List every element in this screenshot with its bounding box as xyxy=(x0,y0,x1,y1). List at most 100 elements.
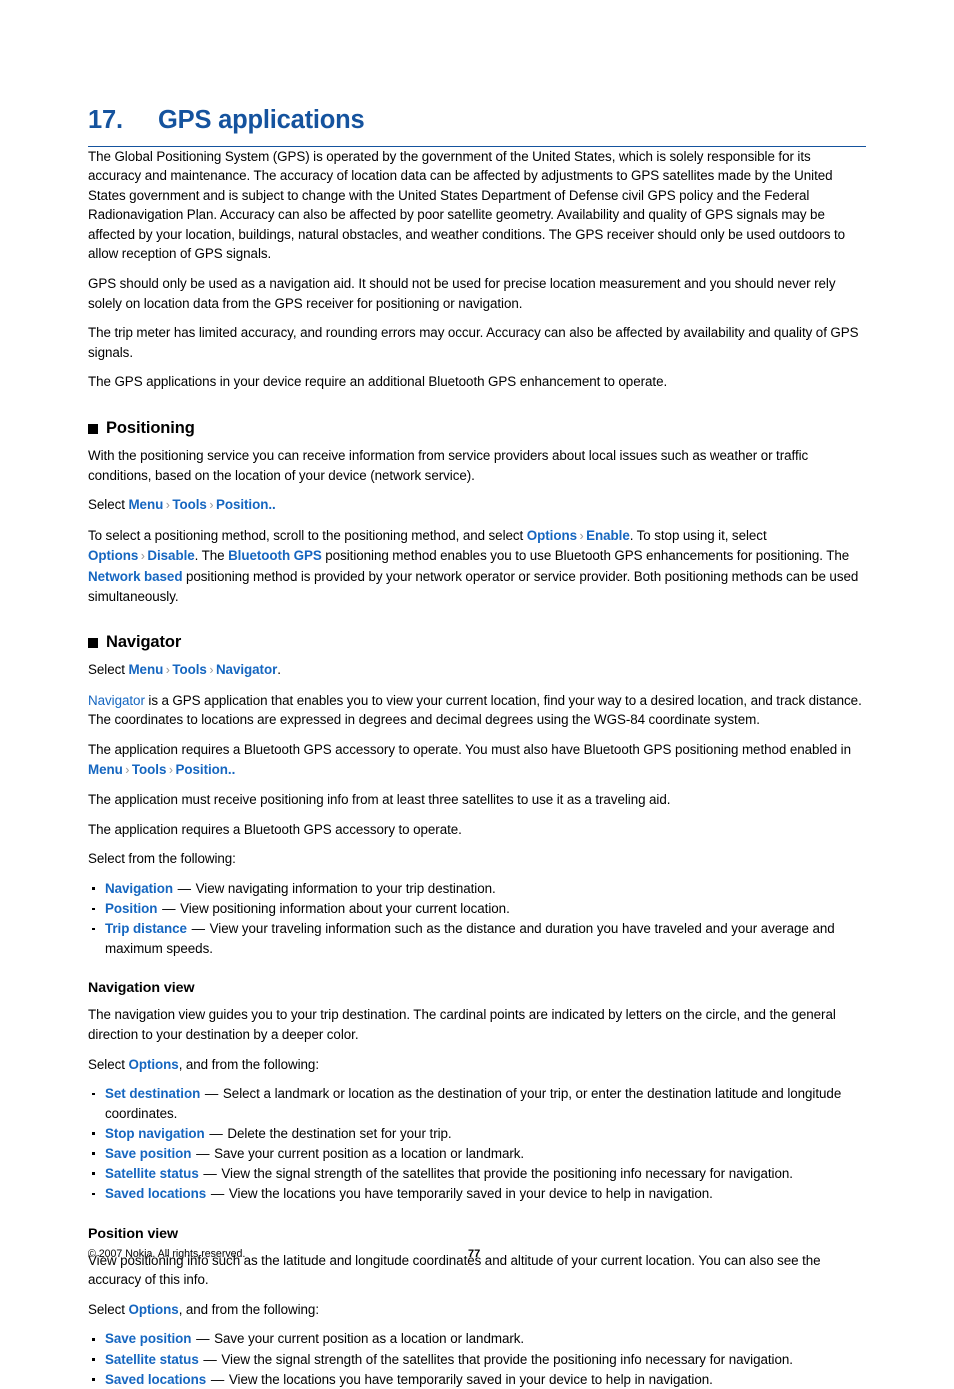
list-item: Satellite status — View the signal stren… xyxy=(88,1350,866,1370)
em-dash: — xyxy=(203,1351,217,1367)
chevron-icon: › xyxy=(165,663,170,678)
method-text-2: . To stop using it, select xyxy=(629,527,767,543)
link-tools[interactable]: Tools xyxy=(172,497,207,512)
link-saved-locations[interactable]: Saved locations xyxy=(105,1186,206,1201)
list-item-desc: Save your current position as a location… xyxy=(214,1145,525,1161)
link-enable[interactable]: Enable xyxy=(586,528,630,543)
list-item: Navigation — View navigating information… xyxy=(88,879,866,899)
link-options[interactable]: Options xyxy=(128,1057,178,1072)
list-item: Save position — Save your current positi… xyxy=(88,1329,866,1349)
link-save-position[interactable]: Save position xyxy=(105,1146,191,1161)
position-view-select-options: Select Options, and from the following: xyxy=(88,1300,866,1320)
link-tools[interactable]: Tools xyxy=(132,762,167,777)
navigator-requirement-2: The application requires a Bluetooth GPS… xyxy=(88,821,462,837)
navigator-requirement-text: The application requires a Bluetooth GPS… xyxy=(88,741,851,757)
intro-paragraph-2: GPS should only be used as a navigation … xyxy=(88,276,836,311)
em-dash: — xyxy=(196,1145,210,1161)
em-dash: — xyxy=(162,901,176,917)
em-dash: — xyxy=(210,1371,225,1387)
list-item: Trip distance — View your traveling info… xyxy=(88,919,866,958)
link-satellite-status[interactable]: Satellite status xyxy=(105,1166,199,1181)
link-network-based[interactable]: Network based xyxy=(88,569,183,584)
list-item-desc: View the signal strength of the satellit… xyxy=(221,1165,793,1181)
em-dash: — xyxy=(196,1331,210,1347)
select-label: Select xyxy=(88,1301,125,1317)
link-trip-distance[interactable]: Trip distance xyxy=(105,921,187,936)
select-label: Select xyxy=(88,1056,125,1072)
method-text-5: positioning method is provided by your n… xyxy=(88,569,859,604)
navigator-description: Navigator is a GPS application that enab… xyxy=(88,691,866,730)
chevron-icon: › xyxy=(140,549,145,564)
link-bluetooth-gps[interactable]: Bluetooth GPS xyxy=(228,548,322,563)
list-item: Position — View positioning information … xyxy=(88,899,866,919)
link-options-2[interactable]: Options xyxy=(88,548,138,563)
link-navigator[interactable]: Navigator xyxy=(216,662,277,677)
navigation-view-paragraph: The navigation view guides you to your t… xyxy=(88,1007,836,1042)
link-set-destination[interactable]: Set destination xyxy=(105,1086,200,1101)
link-menu[interactable]: Menu xyxy=(128,662,163,677)
chevron-icon: › xyxy=(165,498,170,513)
link-navigation[interactable]: Navigation xyxy=(105,881,173,896)
navigation-view-options-list: Set destination — Select a landmark or l… xyxy=(88,1084,866,1204)
navigator-requirement-1: The application requires a Bluetooth GPS… xyxy=(88,740,866,780)
link-position[interactable]: Position.. xyxy=(175,762,235,777)
link-navigator-inline[interactable]: Navigator xyxy=(88,693,145,708)
section-heading-positioning: Positioning xyxy=(88,419,866,438)
em-dash: — xyxy=(209,1125,223,1141)
list-item-desc: View navigating information to your trip… xyxy=(195,880,496,896)
link-menu[interactable]: Menu xyxy=(128,497,163,512)
link-stop-navigation[interactable]: Stop navigation xyxy=(105,1126,205,1141)
link-menu[interactable]: Menu xyxy=(88,762,123,777)
link-options[interactable]: Options xyxy=(128,1302,178,1317)
chapter-number: 17. xyxy=(88,106,123,134)
link-options-1[interactable]: Options xyxy=(527,528,577,543)
list-item-desc: View the signal strength of the satellit… xyxy=(221,1351,793,1367)
navigator-satellites-note: The application must receive positioning… xyxy=(88,792,671,808)
link-satellite-status[interactable]: Satellite status xyxy=(105,1352,199,1367)
chevron-icon: › xyxy=(209,663,214,678)
chevron-icon: › xyxy=(209,498,214,513)
chevron-icon: › xyxy=(125,762,130,777)
chevron-icon: › xyxy=(579,528,584,543)
list-item-desc: Delete the destination set for your trip… xyxy=(227,1125,452,1141)
em-dash: — xyxy=(210,1186,225,1202)
list-item: Satellite status — View the signal stren… xyxy=(88,1164,866,1184)
navigator-select-path: Select Menu › Tools › Navigator. xyxy=(88,660,866,681)
method-text-1: To select a positioning method, scroll t… xyxy=(88,527,524,543)
navigator-options-list: Navigation — View navigating information… xyxy=(88,879,866,958)
square-bullet-icon xyxy=(88,637,98,648)
navigation-view-select-options: Select Options, and from the following: xyxy=(88,1055,866,1075)
intro-paragraph-1: The Global Positioning System (GPS) is o… xyxy=(88,148,846,262)
list-item-desc: View your traveling information such as … xyxy=(105,921,835,956)
em-dash: — xyxy=(204,1086,219,1102)
section-heading-label: Positioning xyxy=(106,419,195,438)
link-tools[interactable]: Tools xyxy=(172,662,207,677)
intro-paragraph-4: The GPS applications in your device requ… xyxy=(88,374,668,390)
positioning-paragraph-1: With the positioning service you can rec… xyxy=(88,448,809,483)
list-item: Saved locations — View the locations you… xyxy=(88,1370,866,1389)
footer-copyright: © 2007 Nokia. All rights reserved. xyxy=(88,1248,246,1260)
section-heading-label: Navigator xyxy=(106,633,182,652)
position-view-options-list: Save position — Save your current positi… xyxy=(88,1329,866,1389)
link-position[interactable]: Position.. xyxy=(216,497,276,512)
em-dash: — xyxy=(191,921,205,937)
link-disable[interactable]: Disable xyxy=(147,548,194,563)
select-label: Select xyxy=(88,662,125,678)
navigator-description-text: is a GPS application that enables you to… xyxy=(88,692,862,728)
link-position[interactable]: Position xyxy=(105,901,157,916)
list-item-desc: Save your current position as a location… xyxy=(214,1331,525,1347)
link-save-position[interactable]: Save position xyxy=(105,1331,191,1346)
list-item: Stop navigation — Delete the destination… xyxy=(88,1124,866,1144)
subsection-heading-navigation-view: Navigation view xyxy=(88,980,195,997)
em-dash: — xyxy=(203,1165,217,1181)
list-item-desc: View positioning information about your … xyxy=(180,901,510,917)
select-suffix: , and from the following: xyxy=(178,1056,320,1072)
page-title: 17. GPS applications xyxy=(88,0,866,134)
select-suffix: , and from the following: xyxy=(178,1301,320,1317)
link-saved-locations[interactable]: Saved locations xyxy=(105,1372,206,1387)
section-heading-navigator: Navigator xyxy=(88,633,866,652)
select-label: Select xyxy=(88,497,125,513)
chapter-title-text: GPS applications xyxy=(158,106,365,134)
document-page: 17. GPS applications The Global Position… xyxy=(88,0,866,1387)
positioning-method-paragraph: To select a positioning method, scroll t… xyxy=(88,526,866,606)
